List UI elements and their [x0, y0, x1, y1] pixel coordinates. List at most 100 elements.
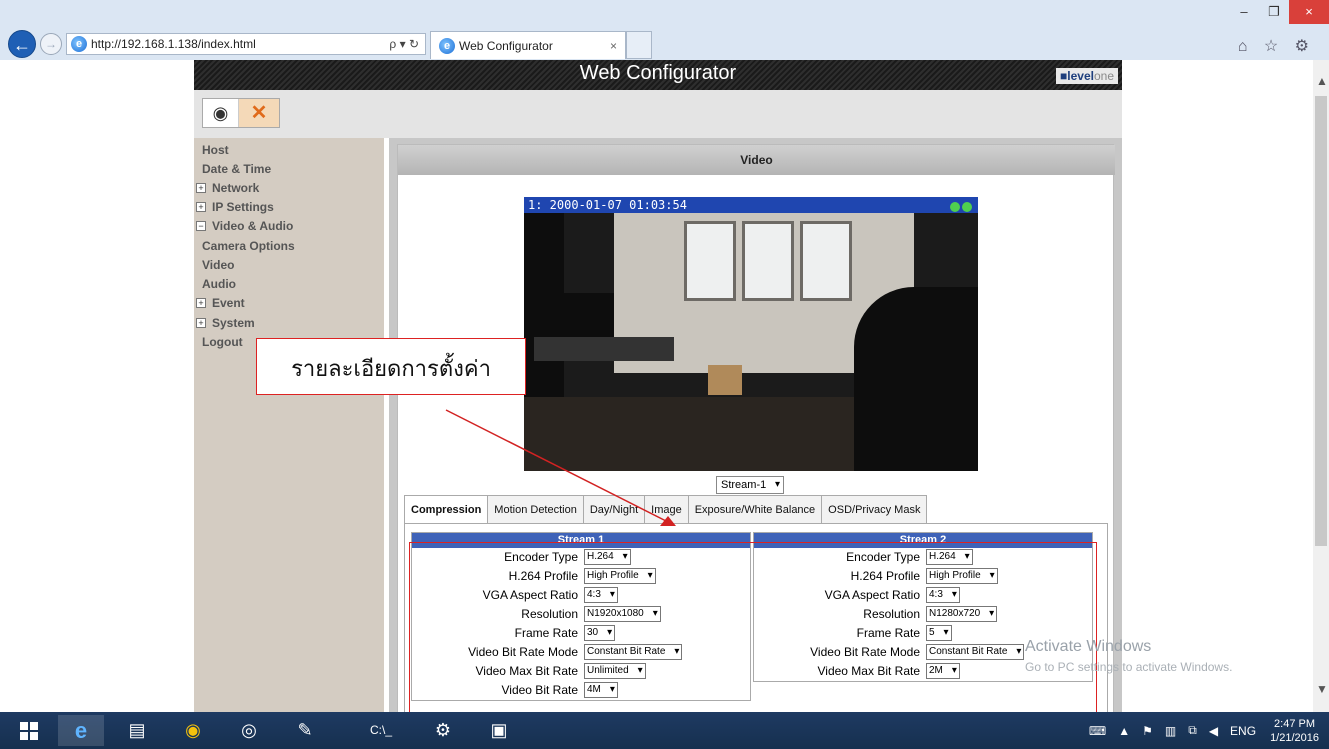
- sidebar-item-video[interactable]: Video: [202, 255, 234, 274]
- tab-motion-detection[interactable]: Motion Detection: [487, 495, 584, 523]
- chevron-down-icon: ▾: [774, 479, 780, 490]
- expand-icon[interactable]: +: [196, 317, 206, 328]
- stream-select-value: Stream-1: [721, 479, 767, 491]
- forward-arrow-icon[interactable]: →: [40, 33, 62, 55]
- config-tabs: Compression Motion Detection Day/Night Imag…: [404, 495, 928, 523]
- tab-compression[interactable]: Compression: [404, 495, 489, 523]
- tab-image[interactable]: Image: [644, 495, 689, 523]
- tools-icon[interactable]: ✕: [239, 99, 279, 127]
- network-icon[interactable]: ▥: [1165, 724, 1176, 738]
- camera-scene-desk: [534, 337, 674, 361]
- logo-text-level: level: [1067, 69, 1094, 83]
- address-url[interactable]: http://192.168.1.138/index.html: [91, 37, 389, 51]
- sidebar-item-label: Camera Options: [202, 238, 295, 253]
- sidebar-item-date-time[interactable]: Date & Time: [202, 159, 271, 178]
- tab-day-night[interactable]: Day/Night: [582, 495, 646, 523]
- tab-title: Web Configurator: [459, 38, 553, 53]
- clock-date: 1/21/2016: [1270, 731, 1319, 744]
- camera-scene-window: [800, 221, 852, 301]
- internet-explorer-icon[interactable]: e: [58, 715, 104, 746]
- stream-select[interactable]: Stream-1 ▾: [716, 476, 784, 494]
- highlight-rectangle: [409, 542, 1097, 712]
- sidebar-item-label: Video: [202, 257, 235, 272]
- window-controls: – ❐ ×: [1229, 0, 1329, 24]
- tab-osd-privacy-mask[interactable]: OSD/Privacy Mask: [821, 495, 928, 523]
- settings-tool-icon[interactable]: ⚙: [420, 715, 466, 746]
- clock[interactable]: 2:47 PM 1/21/2016: [1270, 717, 1319, 745]
- eye-icon[interactable]: ◉: [203, 99, 239, 127]
- windows-start-icon[interactable]: [6, 715, 52, 746]
- language-indicator[interactable]: ENG: [1230, 724, 1256, 738]
- ie-favicon-icon: e: [439, 37, 455, 54]
- sidebar-item-logout[interactable]: Logout: [202, 332, 243, 351]
- scroll-up-icon[interactable]: ▲: [1316, 74, 1328, 88]
- tab-close-icon[interactable]: ×: [610, 39, 617, 53]
- camera-timestamp-text: 1: 2000-01-07 01:03:54: [528, 198, 687, 212]
- camera-scene-foreground: [854, 287, 978, 471]
- camera-scene-floor: [524, 397, 854, 471]
- back-arrow-icon[interactable]: ←: [8, 30, 36, 58]
- annotation-text: รายละเอียดการตั้งค่า: [291, 357, 491, 382]
- close-window-button[interactable]: ×: [1289, 0, 1329, 24]
- sidebar-item-label: Date & Time: [202, 161, 272, 176]
- browser-tab[interactable]: e Web Configurator ×: [430, 31, 626, 59]
- chrome-icon[interactable]: ◉: [170, 715, 216, 746]
- expand-icon[interactable]: +: [196, 182, 206, 193]
- activation-watermark: Activate Windows: [1025, 638, 1152, 655]
- sidebar-item-host[interactable]: Host: [202, 140, 229, 159]
- sidebar-item-video-audio[interactable]: − Video & Audio: [196, 216, 293, 235]
- minimize-button[interactable]: –: [1229, 0, 1259, 24]
- address-bar[interactable]: e http://192.168.1.138/index.html ρ ▾ ↻: [66, 33, 426, 55]
- sidebar-item-label: Video & Audio: [212, 218, 294, 233]
- clock-time: 2:47 PM: [1274, 717, 1316, 730]
- sidebar-item-audio[interactable]: Audio: [202, 274, 236, 293]
- search-refresh-icons[interactable]: ρ ▾ ↻: [389, 37, 425, 51]
- camera-scene-window: [742, 221, 794, 301]
- keyboard-icon[interactable]: ⌨: [1089, 724, 1106, 738]
- camera-scene-monitor: [554, 293, 614, 337]
- camera-scene-box: [708, 365, 742, 395]
- wifi-icon[interactable]: ⧉: [1188, 723, 1197, 738]
- sidebar-item-system[interactable]: + System: [196, 313, 255, 332]
- file-explorer-icon[interactable]: ▤: [114, 715, 160, 746]
- sidebar-item-label: IP Settings: [212, 199, 274, 214]
- page-content: Web Configurator ■levelone ◉ ✕ Host Date …: [0, 60, 1313, 712]
- home-favorites-settings-icons[interactable]: ⌂ ☆ ⚙: [1238, 36, 1315, 56]
- vertical-scrollbar[interactable]: ▲ ▼: [1313, 60, 1329, 712]
- show-hidden-icons-icon[interactable]: ▲: [1118, 724, 1130, 738]
- status-dot-icon: [962, 202, 972, 212]
- sidebar-item-label: Audio: [202, 276, 236, 291]
- sidebar-item-network[interactable]: + Network: [196, 178, 259, 197]
- command-prompt-icon[interactable]: C:\_: [358, 715, 404, 746]
- camera-timestamp: 1: 2000-01-07 01:03:54: [524, 197, 978, 213]
- volume-icon[interactable]: ◀: [1209, 724, 1218, 738]
- sidebar-item-label: System: [212, 315, 255, 330]
- app-header: Web Configurator ■levelone: [194, 60, 1122, 90]
- collapse-icon[interactable]: −: [196, 220, 206, 231]
- mode-bar: ◉ ✕: [194, 90, 1122, 138]
- action-center-icon[interactable]: ⚑: [1142, 724, 1153, 738]
- camera-app-icon[interactable]: ◎: [226, 715, 272, 746]
- windows-taskbar: e ▤ ◉ ◎ ✎ C:\_ ⚙ ▣ ⌨ ▲ ⚑ ▥ ⧉ ◀ ENG 2:47 …: [0, 712, 1329, 749]
- expand-icon[interactable]: +: [196, 201, 206, 212]
- restore-button[interactable]: ❐: [1259, 0, 1289, 24]
- status-dot-icon: [950, 202, 960, 212]
- system-tray: ⌨ ▲ ⚑ ▥ ⧉ ◀ ENG 2:47 PM 1/21/2016: [1083, 712, 1329, 749]
- tab-exposure-white-balance[interactable]: Exposure/White Balance: [687, 495, 823, 523]
- browser-toolbar: ← → e http://192.168.1.138/index.html ρ …: [0, 0, 1329, 60]
- paint-icon[interactable]: ✎: [282, 715, 328, 746]
- sidebar-item-label: Network: [212, 180, 260, 195]
- sidebar-item-camera-options[interactable]: Camera Options: [202, 236, 295, 255]
- scroll-down-icon[interactable]: ▼: [1316, 682, 1328, 696]
- sidebar-item-ip-settings[interactable]: + IP Settings: [196, 197, 274, 216]
- ie-favicon-icon: e: [71, 36, 87, 52]
- scroll-thumb[interactable]: [1315, 96, 1327, 546]
- sidebar-item-label: Event: [212, 295, 245, 310]
- new-tab-button[interactable]: [626, 31, 652, 59]
- annotation-callout: รายละเอียดการตั้งค่า: [256, 338, 526, 395]
- remote-desktop-icon[interactable]: ▣: [476, 715, 522, 746]
- expand-icon[interactable]: +: [196, 297, 206, 308]
- sidebar-item-event[interactable]: + Event: [196, 293, 245, 312]
- activation-watermark-sub: Go to PC settings to activate Windows.: [1025, 660, 1233, 674]
- panel-title: Video: [398, 145, 1115, 175]
